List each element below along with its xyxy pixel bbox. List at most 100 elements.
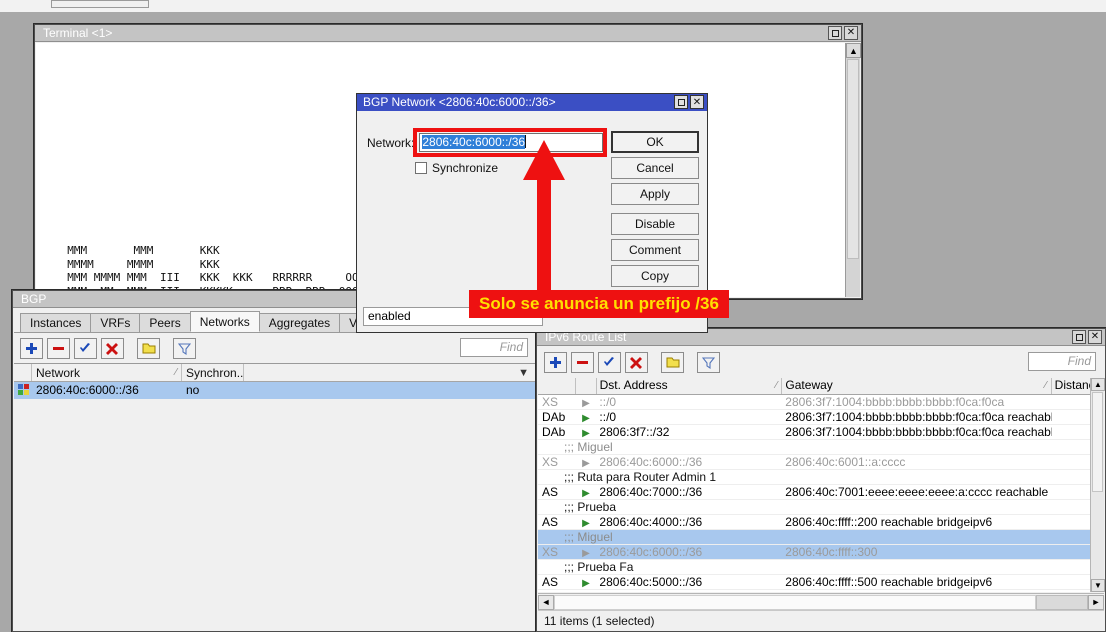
- copy-button[interactable]: Copy: [611, 265, 699, 287]
- route-horizontal-scrollbar[interactable]: ◄ ►: [538, 593, 1104, 610]
- maximize-icon[interactable]: [674, 95, 688, 109]
- close-icon[interactable]: ✕: [844, 26, 858, 40]
- cell-flags: XS: [538, 395, 576, 409]
- h-scroll-track[interactable]: [554, 595, 1036, 610]
- table-row[interactable]: XS▶::/02806:3f7:1004:bbbb:bbbb:bbbb:f0ca…: [538, 395, 1104, 410]
- enable-button[interactable]: [598, 352, 621, 373]
- ok-button[interactable]: OK: [611, 131, 699, 153]
- cell-flags: XS: [538, 545, 576, 559]
- close-icon[interactable]: ✕: [1088, 330, 1102, 344]
- route-comment-row[interactable]: ;;; Prueba Fa: [538, 560, 1104, 575]
- table-row[interactable]: XS▶2806:40c:6000::/362806:40c:ffff::300: [538, 545, 1104, 560]
- terminal-window-controls[interactable]: ✕: [828, 26, 858, 40]
- scroll-right-icon[interactable]: ►: [1088, 595, 1104, 610]
- filter-icon: [702, 356, 715, 369]
- table-row[interactable]: 2806:40c:6000::/36 no: [14, 382, 536, 399]
- route-comment-row[interactable]: ;;; Prueba: [538, 500, 1104, 515]
- disable-button[interactable]: [625, 352, 648, 373]
- tab-aggregates[interactable]: Aggregates: [259, 313, 340, 332]
- route-direction-icon: ▶: [576, 455, 597, 469]
- col-dst-address[interactable]: Dst. Address⁄: [597, 378, 783, 394]
- disable-button[interactable]: [101, 338, 124, 359]
- table-row[interactable]: DAb▶::/02806:3f7:1004:bbbb:bbbb:bbbb:f0c…: [538, 410, 1104, 425]
- tab-peers[interactable]: Peers: [139, 313, 190, 332]
- network-input[interactable]: 2806:40c:6000::/36: [419, 133, 603, 152]
- route-comment-row[interactable]: ;;; Ruta para Router Admin 1: [538, 470, 1104, 485]
- synchronize-checkbox[interactable]: [415, 162, 427, 174]
- cell-gateway: 2806:40c:6001::a:cccc: [782, 455, 1051, 469]
- table-row[interactable]: AS▶2806:40c:5000::/362806:40c:ffff::500 …: [538, 575, 1104, 590]
- add-button[interactable]: [20, 338, 43, 359]
- route-table[interactable]: Dst. Address⁄ Gateway⁄ Distance XS▶::/02…: [538, 378, 1104, 592]
- bgp-networks-table[interactable]: Network⁄ Synchron... ▼ 2806:40c:6000::/3…: [14, 363, 536, 399]
- enable-button[interactable]: [74, 338, 97, 359]
- table-row[interactable]: AS▶2806:40c:4000::/362806:40c:ffff::200 …: [538, 515, 1104, 530]
- apply-button[interactable]: Apply: [611, 183, 699, 205]
- bgp-window-body: Instances VRFs Peers Networks Aggregates…: [14, 309, 536, 630]
- annotation-arrow-icon: [521, 140, 567, 298]
- route-direction-icon: ▶: [576, 590, 597, 592]
- bgp-window[interactable]: BGP Instances VRFs Peers Networks Aggreg…: [12, 290, 538, 632]
- scroll-up-icon[interactable]: ▲: [846, 43, 861, 58]
- col-synchronize[interactable]: Synchron...: [182, 364, 244, 381]
- cell-gateway: 2806:40c:ffff::500 reachable bridgeipv6: [782, 575, 1051, 589]
- disable-button[interactable]: Disable: [611, 213, 699, 235]
- cancel-button[interactable]: Cancel: [611, 157, 699, 179]
- route-scroll-thumb[interactable]: [1092, 392, 1103, 492]
- route-vertical-scrollbar[interactable]: ▲ ▼: [1090, 378, 1104, 592]
- route-window-body: Find Dst. Address⁄ Gateway⁄ Distance XS▶…: [538, 347, 1104, 630]
- close-icon[interactable]: ✕: [690, 95, 704, 109]
- cross-icon: [106, 342, 119, 355]
- filter-button[interactable]: [173, 338, 196, 359]
- col-filler: ▼: [244, 364, 536, 381]
- cell-filler: [244, 382, 536, 399]
- scroll-down-icon[interactable]: ▼: [1091, 579, 1105, 592]
- route-comment-row[interactable]: ;;; Miguel: [538, 530, 1104, 545]
- comment-button[interactable]: [137, 338, 160, 359]
- maximize-icon[interactable]: [828, 26, 842, 40]
- terminal-scrollbar[interactable]: ▲: [845, 43, 860, 297]
- table-row[interactable]: XS▶2806:40c:6000::/362806:40c:6001::a:cc…: [538, 455, 1104, 470]
- bgp-toolbar: Find: [14, 333, 536, 363]
- tab-instances[interactable]: Instances: [20, 313, 91, 332]
- filter-icon: [178, 342, 191, 355]
- route-window-controls[interactable]: ✕: [1072, 330, 1102, 344]
- add-button[interactable]: [544, 352, 567, 373]
- scroll-left-icon[interactable]: ◄: [538, 595, 554, 610]
- table-row[interactable]: DAb▶2806:3f7::/322806:3f7:1004:bbbb:bbbb…: [538, 425, 1104, 440]
- cell-gateway: 2806:40c:ffff::300: [782, 545, 1051, 559]
- route-rows-container: XS▶::/02806:3f7:1004:bbbb:bbbb:bbbb:f0ca…: [538, 395, 1104, 592]
- remove-button[interactable]: [47, 338, 70, 359]
- table-row[interactable]: DAC▶2806:40c:ffff::/48bridgeipv6 reachab…: [538, 590, 1104, 592]
- tab-vrfs[interactable]: VRFs: [90, 313, 140, 332]
- table-row[interactable]: AS▶2806:40c:7000::/362806:40c:7001:eeee:…: [538, 485, 1104, 500]
- filter-button[interactable]: [697, 352, 720, 373]
- maximize-icon[interactable]: [1072, 330, 1086, 344]
- route-comment-row[interactable]: ;;; Miguel: [538, 440, 1104, 455]
- route-comment-text: ;;; Ruta para Router Admin 1: [538, 470, 1104, 484]
- col-network[interactable]: Network⁄: [32, 364, 182, 381]
- network-label: Network:: [367, 136, 414, 150]
- bgp-table-header: Network⁄ Synchron... ▼: [14, 364, 536, 382]
- dialog-window-controls[interactable]: ✕: [674, 95, 704, 109]
- route-status-bar: 11 items (1 selected): [538, 610, 1104, 630]
- cell-gateway: bridgeipv6 reachable: [782, 590, 1051, 592]
- search-input[interactable]: Find: [1028, 352, 1096, 371]
- search-input[interactable]: Find: [460, 338, 528, 357]
- ipv6-route-list-window[interactable]: IPv6 Route List ✕: [536, 328, 1106, 632]
- terminal-scroll-thumb[interactable]: [847, 59, 859, 259]
- comment-button[interactable]: [661, 352, 684, 373]
- synchronize-row[interactable]: Synchronize: [415, 161, 503, 175]
- col-gateway[interactable]: Gateway⁄: [782, 378, 1051, 394]
- cell-flags: DAb: [538, 425, 576, 439]
- cell-dst-address: 2806:40c:5000::/36: [596, 575, 782, 589]
- column-menu-icon[interactable]: ▼: [518, 364, 529, 381]
- comment-button[interactable]: Comment: [611, 239, 699, 261]
- remove-button[interactable]: [571, 352, 594, 373]
- scroll-up-icon[interactable]: ▲: [1091, 378, 1105, 391]
- network-input-value: 2806:40c:6000::/36: [422, 135, 525, 149]
- minus-icon: [52, 342, 65, 355]
- tab-networks[interactable]: Networks: [190, 311, 260, 332]
- dialog-title-bar: BGP Network <2806:40c:6000::/36> ✕: [357, 94, 707, 111]
- cell-dst-address: 2806:40c:4000::/36: [596, 515, 782, 529]
